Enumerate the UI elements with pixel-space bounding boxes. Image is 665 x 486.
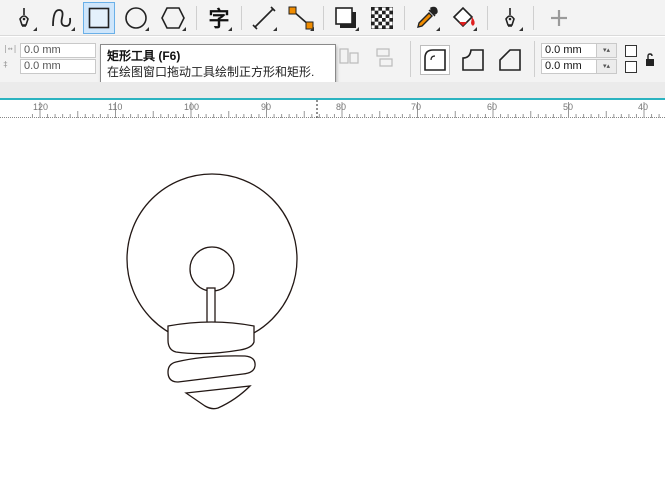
round-corner-icon (424, 49, 446, 71)
docker-gap (0, 82, 665, 100)
drawing-canvas[interactable] (0, 119, 665, 486)
toolbar-separator (404, 6, 405, 30)
object-height-field[interactable]: 0.0 mm (20, 59, 96, 74)
ruler-label: 110 (108, 102, 123, 112)
filament-circle (189, 246, 235, 292)
width-icon: |↔| (3, 44, 18, 53)
rectangle-tool-button[interactable] (83, 2, 115, 34)
corner-radius-top-field[interactable]: 0.0 mm (541, 43, 597, 58)
corner-bottom-left-toggle[interactable] (625, 61, 637, 73)
toolbar-separator (534, 41, 535, 77)
flyout-indicator (519, 27, 523, 31)
flyout-indicator (228, 27, 232, 31)
connector-tool-button[interactable] (285, 2, 317, 34)
flyout-indicator (182, 27, 186, 31)
flyout-indicator (71, 27, 75, 31)
polygon-tool-button[interactable] (157, 2, 189, 34)
pen-nib-icon (19, 8, 29, 27)
flyout-indicator (355, 27, 359, 31)
chamfered-corner-button[interactable] (495, 45, 525, 75)
chamfered-corner-icon (499, 49, 521, 71)
horizontal-ruler[interactable]: 120 110 100 90 80 70 60 50 40 (0, 100, 665, 118)
checkerboard-icon (371, 7, 393, 29)
freehand-tool-button[interactable] (8, 2, 40, 34)
scalloped-corner-icon (462, 49, 484, 71)
transparency-tool-button[interactable] (366, 2, 398, 34)
flyout-indicator (145, 27, 149, 31)
tooltip-title: 矩形工具 (F6) (107, 49, 181, 63)
tooltip-description: 在绘图窗口拖动工具绘制正方形和矩形. (107, 65, 315, 79)
flyout-indicator (436, 27, 440, 31)
add-tool-button[interactable] (543, 2, 575, 34)
flyout-indicator (473, 27, 477, 31)
rectangle-tool-tooltip: 矩形工具 (F6) 在绘图窗口拖动工具绘制正方形和矩形. (100, 44, 336, 84)
ruler-label: 100 (184, 102, 200, 112)
toolbar-separator (196, 6, 197, 30)
flyout-indicator (310, 27, 314, 31)
outline-pen-tool-button[interactable] (494, 2, 526, 34)
toolbox: 字 (0, 0, 665, 36)
corner-radius-top-dropdown[interactable]: ▾▴ (597, 43, 617, 58)
lightbulb-drawing (126, 173, 298, 410)
bulb-base-cap (167, 321, 255, 355)
text-icon: 字 (208, 7, 230, 31)
dimension-tool-button[interactable] (248, 2, 280, 34)
toolbar-separator (533, 6, 534, 30)
align-icon (339, 48, 359, 64)
ruler-label: 40 (638, 102, 649, 112)
text-tool-button[interactable]: 字 (203, 2, 235, 34)
ruler-label: 50 (563, 102, 574, 112)
toolbar-separator (241, 6, 242, 30)
ellipse-tool-button[interactable] (120, 2, 152, 34)
fill-tool-button[interactable] (448, 2, 480, 34)
lock-icon[interactable] (644, 53, 656, 67)
filament-stem (206, 287, 216, 327)
height-icon: ‡ (3, 60, 8, 69)
ruler-label: 60 (487, 102, 498, 112)
curve-tool-button[interactable] (46, 2, 78, 34)
pen-nib-icon (505, 8, 515, 27)
ruler-label: 80 (336, 102, 347, 112)
toolbar-separator (410, 41, 411, 77)
toolbar-separator (323, 6, 324, 30)
flyout-indicator (273, 27, 277, 31)
eyedropper-tool-button[interactable] (411, 2, 443, 34)
corner-radius-bottom-dropdown[interactable]: ▾▴ (597, 59, 617, 74)
object-width-field[interactable]: 0.0 mm (20, 43, 96, 58)
cursor-position-marker (316, 100, 318, 118)
toolbar-separator (487, 6, 488, 30)
bulb-tip (184, 385, 252, 410)
scalloped-corner-button[interactable] (458, 45, 488, 75)
distribute-icon (376, 48, 393, 67)
hexagon-icon (161, 7, 185, 29)
rectangle-icon (88, 7, 110, 29)
round-corner-button[interactable] (420, 45, 450, 75)
flyout-indicator (33, 27, 37, 31)
ruler-label: 90 (261, 102, 272, 112)
corner-top-left-toggle[interactable] (625, 45, 637, 57)
plus-icon (551, 10, 567, 26)
ruler-label: 120 (33, 102, 49, 112)
corner-radius-bottom-field[interactable]: 0.0 mm (541, 59, 597, 74)
screw-thread (167, 355, 256, 383)
shadow-tool-button[interactable] (330, 2, 362, 34)
ruler-label: 70 (411, 102, 422, 112)
